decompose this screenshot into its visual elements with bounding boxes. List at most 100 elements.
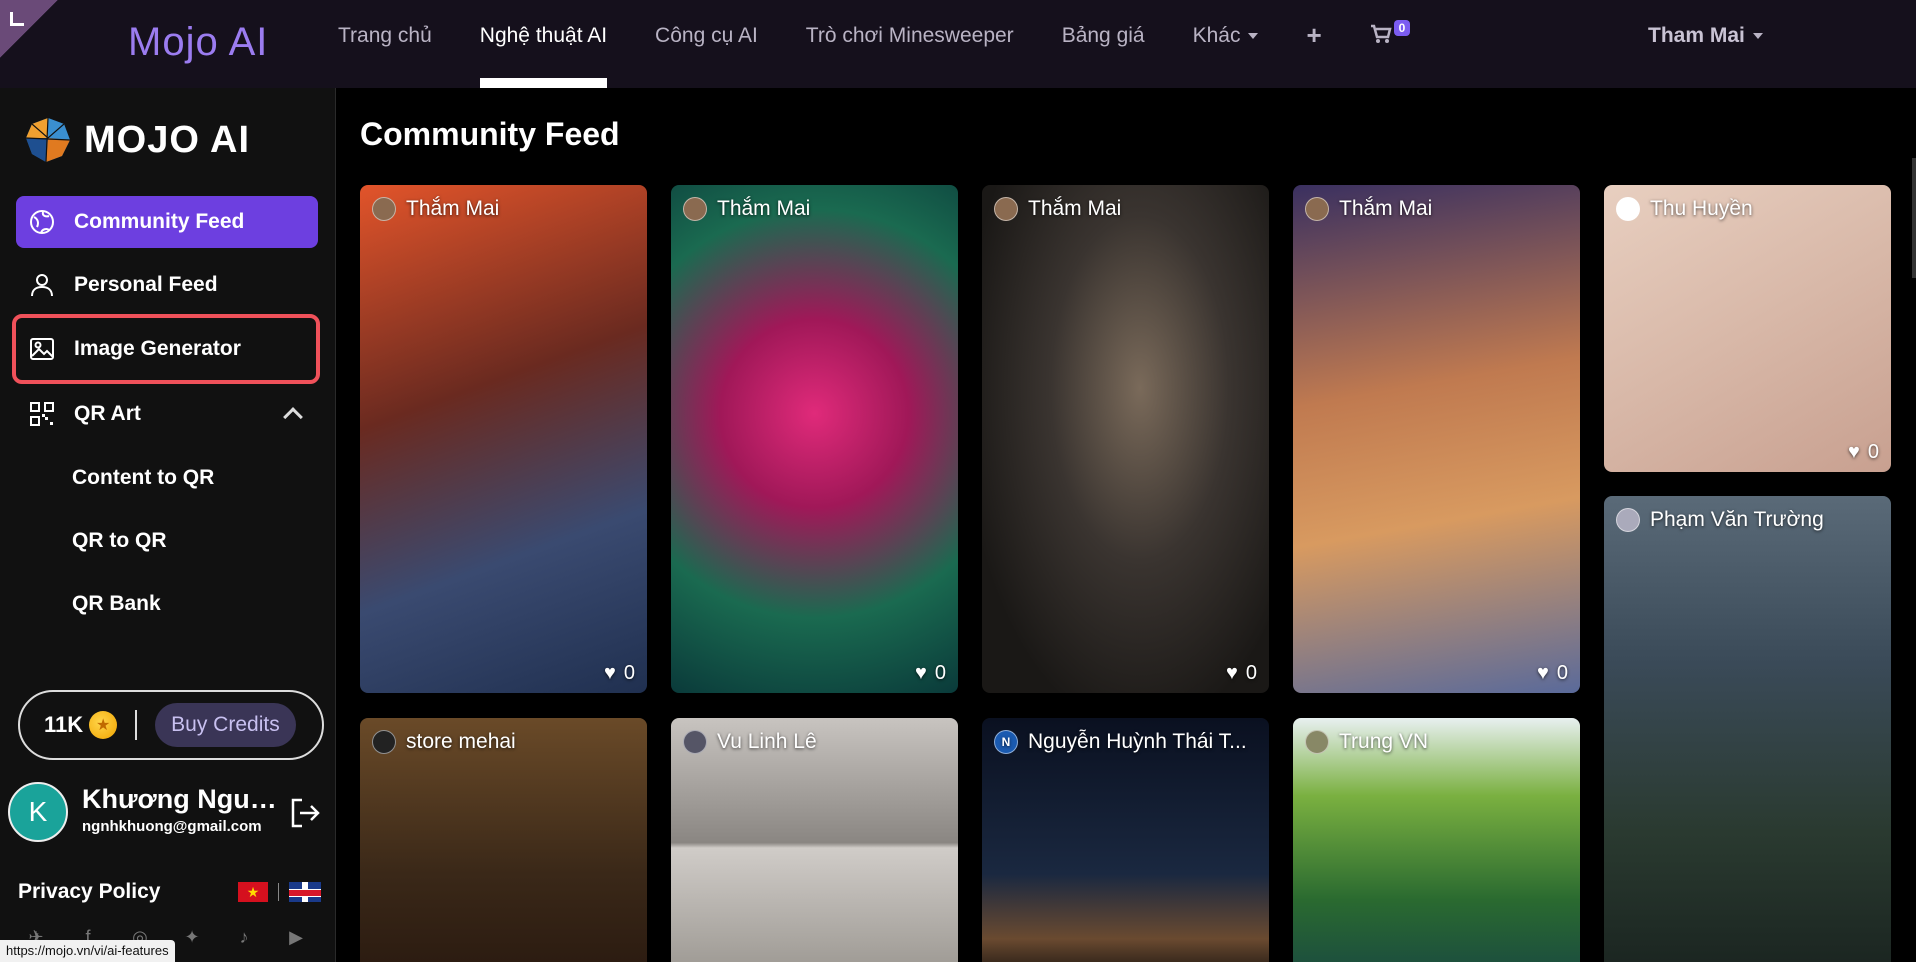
nav-ai-art[interactable]: Nghệ thuật AI	[479, 24, 608, 88]
uk-flag-icon[interactable]	[289, 882, 321, 902]
card-author-name: Thắm Mai	[406, 197, 500, 220]
like-count: 0	[623, 662, 635, 684]
card-author[interactable]: Vu Linh Lê	[683, 730, 817, 754]
avatar: N	[994, 730, 1018, 754]
avatar	[1616, 197, 1640, 221]
sidebar-subitem-qr-bank[interactable]: QR Bank	[72, 592, 161, 616]
avatar	[683, 730, 707, 754]
card-author[interactable]: Thắm Mai	[994, 197, 1121, 221]
privacy-policy-link[interactable]: Privacy Policy	[18, 880, 160, 904]
card-author-name: Thắm Mai	[1028, 197, 1122, 220]
brand-logo[interactable]: Mojo AI	[128, 20, 268, 65]
page-title: Community Feed	[360, 116, 620, 152]
twitter-icon[interactable]: ✦	[178, 924, 206, 950]
card-likes[interactable]: ♥ 0	[1226, 662, 1257, 685]
heart-icon: ♥	[915, 662, 927, 684]
heart-icon: ♥	[1848, 441, 1860, 463]
feed-card[interactable]: Thắm Mai ♥ 0	[1293, 185, 1580, 693]
sidebar-item-label: QR Art	[74, 402, 141, 425]
language-switcher: ★	[238, 882, 321, 902]
sidebar-subitem-qr-to-qr[interactable]: QR to QR	[72, 529, 167, 553]
heart-icon: ♥	[1537, 662, 1549, 684]
top-navbar: Mojo AI Trang chủ Nghệ thuật AI Công cụ …	[0, 0, 1916, 88]
feed-card[interactable]: N Nguyễn Huỳnh Thái T...	[982, 718, 1269, 962]
card-author[interactable]: Thu Huyền	[1616, 197, 1753, 221]
card-likes[interactable]: ♥ 0	[915, 662, 946, 685]
feed-card[interactable]: Thắm Mai ♥ 0	[671, 185, 958, 693]
sidebar-logo-text: MOJO AI	[84, 118, 251, 161]
sidebar: MOJO AI Community Feed Personal Feed Ima…	[0, 88, 336, 962]
avatar	[1616, 508, 1640, 532]
card-likes[interactable]: ♥ 0	[604, 662, 635, 685]
card-author[interactable]: Thắm Mai	[683, 197, 810, 221]
sidebar-item-personal-feed[interactable]: Personal Feed	[16, 259, 318, 311]
nav-more-dropdown[interactable]: Khác	[1193, 24, 1259, 88]
card-author-name: Phạm Văn Trường	[1650, 508, 1824, 531]
nav-more-label: Khác	[1192, 24, 1241, 47]
avatar	[1305, 197, 1329, 221]
sidebar-item-image-generator[interactable]: Image Generator	[12, 314, 320, 384]
card-author-name: Thắm Mai	[1339, 197, 1433, 220]
avatar	[1305, 730, 1329, 754]
nav-home[interactable]: Trang chủ	[338, 24, 432, 88]
card-author[interactable]: N Nguyễn Huỳnh Thái T...	[994, 730, 1247, 754]
sidebar-subitem-content-to-qr[interactable]: Content to QR	[72, 466, 214, 490]
scrollbar[interactable]	[1912, 158, 1916, 278]
heart-icon: ♥	[1226, 662, 1238, 684]
cart-count-badge: 0	[1393, 20, 1411, 36]
main-content: Community Feed Thắm Mai ♥ 0 Thắm Mai ♥ 0 T…	[337, 88, 1916, 962]
sidebar-item-qr-art[interactable]: QR Art	[16, 388, 318, 440]
user-email: ngnhkhuong@gmail.com	[82, 818, 262, 835]
feed-card[interactable]: Phạm Văn Trường	[1604, 496, 1891, 962]
feed-card[interactable]: Trung VN	[1293, 718, 1580, 962]
feed-card[interactable]: Thu Huyền ♥ 0	[1604, 185, 1891, 472]
sidebar-logo[interactable]: MOJO AI	[22, 116, 250, 164]
chevron-down-icon	[1248, 33, 1259, 40]
plus-icon[interactable]: +	[1306, 22, 1321, 88]
sidebar-item-label: Image Generator	[74, 337, 241, 360]
card-likes[interactable]: ♥ 0	[1848, 441, 1879, 464]
feed-card[interactable]: Thắm Mai ♥ 0	[360, 185, 647, 693]
like-count: 0	[1556, 662, 1568, 684]
sidebar-item-label: Community Feed	[74, 210, 245, 233]
divider	[135, 710, 138, 740]
tiktok-icon[interactable]: ♪	[230, 924, 258, 950]
user-icon	[28, 271, 56, 299]
logout-icon[interactable]	[288, 796, 322, 835]
avatar	[372, 197, 396, 221]
credits-amount: 11K	[44, 712, 84, 737]
cart-button[interactable]: 0	[1370, 20, 1411, 88]
avatar	[994, 197, 1018, 221]
vietnam-flag-icon[interactable]: ★	[238, 882, 268, 902]
nav-minesweeper[interactable]: Trò chơi Minesweeper	[806, 24, 1014, 88]
mojo-logo-icon	[25, 117, 71, 163]
card-author[interactable]: Thắm Mai	[372, 197, 499, 221]
card-likes[interactable]: ♥ 0	[1537, 662, 1568, 685]
cart-icon	[1370, 24, 1392, 43]
feed-card[interactable]: Thắm Mai ♥ 0	[982, 185, 1269, 693]
qr-code-icon	[28, 400, 56, 428]
globe-icon	[28, 208, 56, 236]
feed-card[interactable]: Vu Linh Lê	[671, 718, 958, 962]
like-count: 0	[1245, 662, 1257, 684]
nav-ai-tools[interactable]: Công cụ AI	[655, 24, 758, 88]
credits-panel: 11K ★ Buy Credits	[18, 690, 324, 760]
card-author[interactable]: Trung VN	[1305, 730, 1428, 754]
card-author[interactable]: store mehai	[372, 730, 516, 754]
divider	[278, 883, 279, 901]
corner-fold-icon[interactable]	[0, 0, 58, 58]
avatar[interactable]: K	[8, 782, 68, 842]
card-author[interactable]: Phạm Văn Trường	[1616, 508, 1824, 532]
feed-card[interactable]: store mehai	[360, 718, 647, 962]
sidebar-item-community-feed[interactable]: Community Feed	[16, 196, 318, 248]
youtube-icon[interactable]: ▶	[282, 924, 310, 950]
user-menu-dropdown[interactable]: Tham Mai	[1648, 24, 1763, 48]
card-author-name: store mehai	[406, 730, 516, 753]
buy-credits-button[interactable]: Buy Credits	[155, 703, 296, 747]
card-author-name: Vu Linh Lê	[717, 730, 817, 753]
avatar	[683, 197, 707, 221]
like-count: 0	[1867, 441, 1879, 463]
nav-pricing[interactable]: Bảng giá	[1062, 24, 1145, 88]
card-author[interactable]: Thắm Mai	[1305, 197, 1432, 221]
user-menu-label: Tham Mai	[1648, 24, 1745, 47]
